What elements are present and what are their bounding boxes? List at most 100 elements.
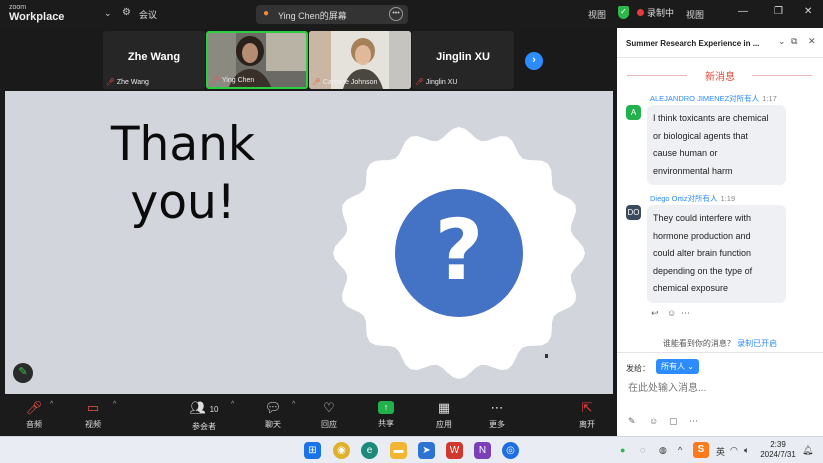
message-sender[interactable]: ALEJANDRO JIMENEZ对所有人 1:17 [650,93,777,104]
screen-share-status[interactable]: ● Ying Chen的屏幕 ••• [256,5,408,24]
chat-button[interactable]: 💬︎ 聊天 [261,401,285,430]
hint-text: 谁能看到你的消息？ [662,339,735,348]
recipient-dropdown[interactable]: 所有人 ⌄ [656,359,699,374]
input-method-icon[interactable]: S [693,442,709,458]
message-input[interactable]: 在此处输入消息... [628,379,706,394]
more-label: 更多 [489,420,505,429]
tray-icon[interactable]: ◌ [640,445,645,455]
message-line: environmental harm [653,165,733,176]
message-line: They could interfere with [653,213,752,223]
participant-tile-video[interactable]: 🎤︎ Caroline Johnson [309,31,411,89]
apps-button[interactable]: ▦ 应用 [432,401,456,430]
chevron-down-icon[interactable]: ⌄ [778,36,786,47]
leave-label: 离开 [579,420,595,429]
chat-title: Summer Research Experience in ... [626,39,760,48]
video-options-caret[interactable]: ^ [113,401,116,408]
file-explorer-icon[interactable]: ▬ [390,442,407,459]
recording-indicator[interactable]: 录制中 [637,6,674,19]
question-mark-symbol: ? [435,201,484,299]
clock-date: 2024/7/31 [760,450,796,459]
view-button[interactable]: 视图 [588,8,606,21]
participant-name: Caroline Johnson [322,79,378,86]
hint-link[interactable]: 录制已开启 [737,339,777,348]
feishu-icon[interactable]: ➤ [418,442,435,459]
share-button[interactable]: ↑ 共享 [373,401,399,429]
avatar[interactable]: DO [626,205,641,220]
message-bubble: I think toxicants are chemical or biolog… [647,105,786,185]
video-button[interactable]: ▭ 视频 [80,401,106,430]
windows-start-icon[interactable]: ⊞ [304,442,321,459]
wps-icon[interactable]: W [446,442,463,459]
send-to-label: 发给： [626,364,650,373]
chat-header: Summer Research Experience in ... ⌄ ⧉ ✕ [617,28,823,58]
reactions-button[interactable]: ♡ 回应 [317,401,341,430]
onenote-icon[interactable]: N [474,442,491,459]
share-status-text: Ying Chen的屏幕 [278,11,347,21]
mic-muted-icon: 🎤︎ [211,77,220,84]
recipient-value: 所有人 [661,362,685,371]
windows-taskbar: ⊞ ◉ e ▬ ➤ W N ◎ ● ◌ ◍ ^ S 英 ◠ 🔈︎ 2:39 20… [0,436,823,463]
pop-out-icon[interactable]: ⧉ [791,36,797,47]
audio-options-caret[interactable]: ^ [50,401,53,408]
participants-button[interactable]: 👥︎ 10 参会者 [186,401,222,432]
tray-icon[interactable]: ◍ [659,445,667,456]
participant-tile[interactable]: Jinglin XU 🎤︎ Jinglin XU [412,31,514,89]
reply-icon[interactable]: ↩ [651,308,659,319]
close-icon[interactable]: ✕ [804,6,812,17]
close-icon[interactable]: ✕ [808,36,816,47]
system-clock[interactable]: 2:39 2024/7/31 [758,440,798,460]
avatar[interactable]: A [626,105,641,120]
divider-right [752,75,812,76]
add-reaction-icon[interactable]: ☺ [667,308,676,318]
screenshot-icon[interactable]: ⋯ [689,416,698,427]
restore-icon[interactable]: ❐ [774,6,783,17]
mic-muted-icon: 🎤︎ [312,79,321,86]
chevron-up-icon[interactable]: ^ [678,445,682,455]
message-bubble: They could interfere with hormone produc… [647,205,786,303]
wifi-icon[interactable]: ◠ [730,445,738,456]
chrome-icon[interactable]: ◉ [333,442,350,459]
slide-text: Thank you! [95,116,271,232]
zoom-window: zoom Workplace ⌄ ⚙ 会议 ● Ying Chen的屏幕 •••… [0,0,823,463]
more-button[interactable]: ⋯ 更多 [485,401,509,430]
more-options-icon[interactable]: ••• [389,7,403,21]
ime-language[interactable]: 英 [716,445,725,458]
emoji-icon[interactable]: ☺ [649,416,658,426]
view-menu[interactable]: 视图 [686,8,704,21]
participant-name: Zhe Wang [116,79,149,86]
notification-bell-icon[interactable]: 🔔︎ [802,445,813,456]
next-page-button[interactable]: › [525,52,543,70]
message-sender[interactable]: Diego Ortiz对所有人 1:19 [650,193,735,204]
app-logo: zoom Workplace [9,4,64,23]
message-line: chemical exposure [653,283,729,293]
more-icon[interactable]: ⋯ [681,308,690,319]
title-bar: zoom Workplace ⌄ ⚙ 会议 ● Ying Chen的屏幕 •••… [0,0,823,28]
leave-button[interactable]: ⇱ 离开 [575,401,599,430]
clock-time: 2:39 [770,440,786,449]
audio-button[interactable]: 🎤︎ 音频 [22,401,46,430]
edge-icon[interactable]: e [361,442,378,459]
speaker-icon[interactable]: 🔈︎ [744,445,749,456]
message-line: could alter brain function [653,248,752,258]
mic-muted-icon: 🎤︎ [106,79,115,86]
participants-options-caret[interactable]: ^ [231,401,234,408]
zoom-taskbar-icon[interactable]: ◎ [502,442,519,459]
participant-tile[interactable]: Zhe Wang 🎤︎ Zhe Wang [103,31,205,89]
security-shield-icon[interactable]: ✓ [618,6,629,19]
chat-options-caret[interactable]: ^ [292,401,295,408]
file-icon[interactable]: ▢ [669,416,678,427]
recording-label: 录制中 [647,8,675,18]
gear-icon[interactable]: ⚙ [122,7,131,18]
chevron-down-icon[interactable]: ⌄ [104,8,112,19]
format-icon[interactable]: ✎ [628,416,636,427]
leave-door-icon: ⇱ [581,400,593,415]
participant-tile-video[interactable]: 🎤︎ Ying Chen [206,31,308,89]
security-tray-icon[interactable]: ● [620,445,625,455]
slide-line-1: Thank [110,117,256,172]
participants-icon: 👥︎ 10 [189,400,219,415]
participant-display-name: Jinglin XU [436,51,490,63]
annotate-pencil-icon[interactable]: ✎ [13,363,33,383]
minimize-icon[interactable]: — [738,6,748,17]
meeting-menu[interactable]: 会议 [139,8,157,21]
message-line: I think toxicants are chemical [653,113,769,123]
